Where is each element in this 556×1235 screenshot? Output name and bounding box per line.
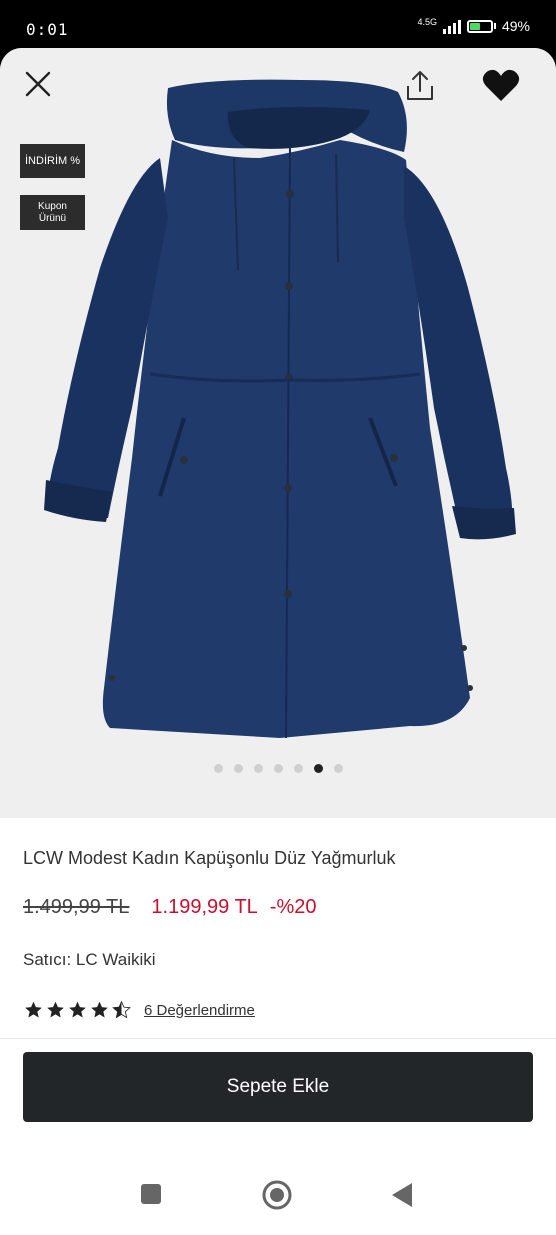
pagination-dot[interactable]: [333, 764, 343, 773]
recents-button[interactable]: [140, 1183, 162, 1210]
home-circle-icon: [262, 1180, 292, 1210]
new-price: 1.199,99 TL: [151, 896, 258, 918]
back-triangle-icon: [392, 1183, 412, 1207]
signal-icon: [442, 18, 461, 34]
status-bar: 0:01 4.5G 49%: [0, 0, 556, 50]
pagination-dot[interactable]: [313, 764, 323, 773]
share-button[interactable]: [400, 66, 440, 106]
star-icon: [91, 1001, 108, 1018]
share-icon: [407, 71, 433, 100]
rating-row: 6 Değerlendirme: [23, 1000, 255, 1020]
pagination-dot[interactable]: [253, 764, 263, 773]
image-pagination[interactable]: [0, 764, 556, 773]
product-title: LCW Modest Kadın Kapüşonlu Düz Yağmurluk: [23, 848, 396, 868]
reviews-link[interactable]: 6 Değerlendirme: [144, 1002, 255, 1019]
battery-percent: 49%: [501, 18, 530, 34]
seller-label: Satıcı:: [23, 950, 72, 969]
star-icon: [69, 1001, 86, 1018]
star-icon: [25, 1001, 42, 1018]
square-icon: [141, 1184, 161, 1204]
back-button[interactable]: [390, 1182, 414, 1213]
star-icon: [47, 1001, 64, 1018]
product-image-gallery[interactable]: İNDİRİM % Kupon Ürünü: [0, 48, 556, 818]
heart-icon: [482, 69, 520, 101]
rating-stars: [23, 1000, 132, 1020]
status-icons: 4.5G 49%: [417, 16, 530, 34]
product-sheet: İNDİRİM % Kupon Ürünü LCW Modest Kadın K…: [0, 48, 556, 1235]
network-type: 4.5G: [417, 16, 437, 27]
divider: [0, 1038, 556, 1039]
close-icon: [25, 71, 51, 97]
discount-percent: -%20: [269, 896, 317, 918]
old-price: 1.499,99 TL: [23, 896, 130, 918]
price-row: 1.499,99 TL 1.199,99 TL -%20: [23, 896, 316, 919]
pagination-dot[interactable]: [273, 764, 283, 773]
home-button[interactable]: [262, 1180, 292, 1215]
pagination-dot[interactable]: [293, 764, 303, 773]
system-nav-bar: [0, 1158, 556, 1235]
battery-icon: [466, 19, 496, 33]
pagination-dot[interactable]: [213, 764, 223, 773]
close-button[interactable]: [18, 64, 58, 104]
status-time: 0:01: [26, 20, 69, 39]
discount-badge: İNDİRİM %: [20, 144, 85, 178]
star-icon: [112, 1000, 131, 1019]
add-to-cart-button[interactable]: Sepete Ekle: [23, 1052, 533, 1122]
seller-name: LC Waikiki: [75, 950, 156, 969]
coupon-badge: Kupon Ürünü: [20, 195, 85, 230]
seller-info: Satıcı: LC Waikiki: [23, 950, 156, 970]
pagination-dot[interactable]: [233, 764, 243, 773]
favorite-button[interactable]: [480, 66, 522, 106]
